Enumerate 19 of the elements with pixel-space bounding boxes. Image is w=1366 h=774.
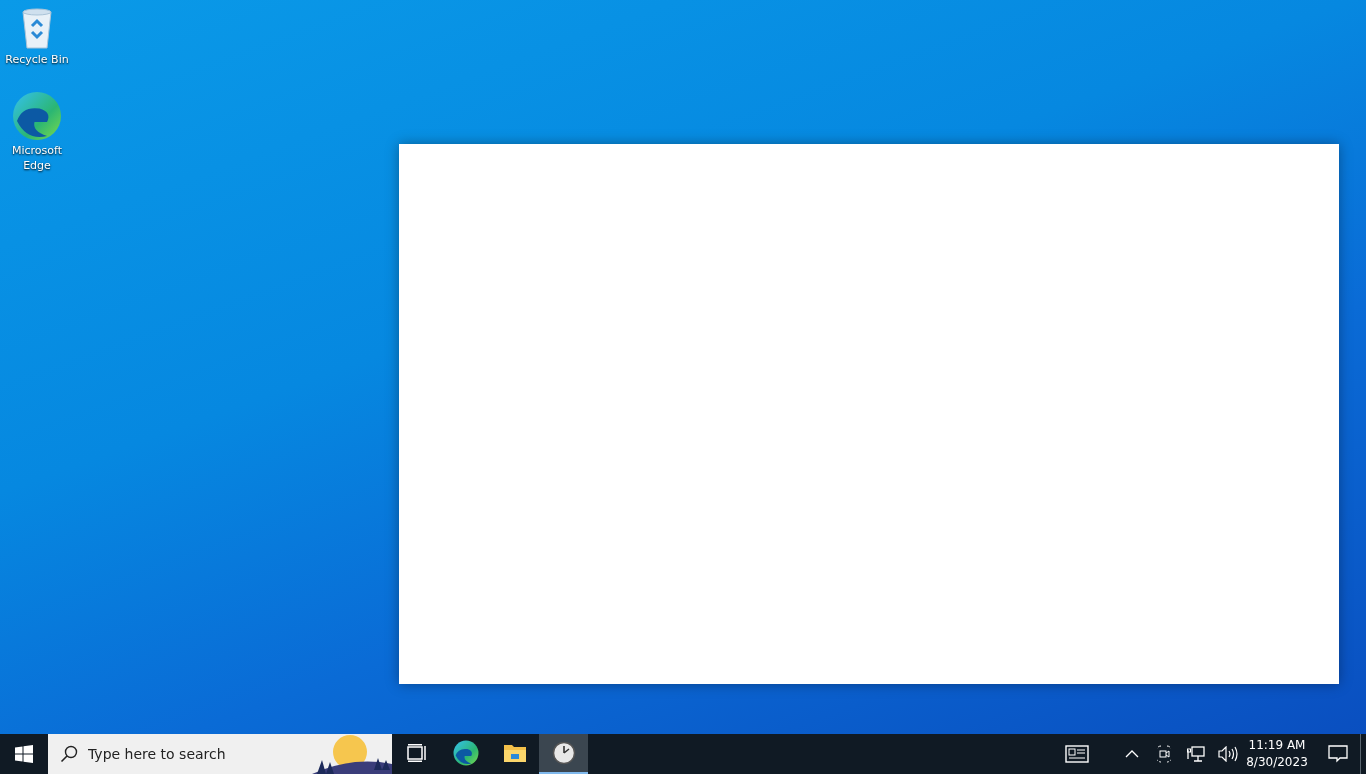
chevron-up-icon	[1125, 750, 1139, 758]
clock-button[interactable]: 11:19 AM 8/30/2023	[1244, 734, 1310, 774]
clock-icon	[551, 741, 576, 765]
desktop-shortcut[interactable]: Microsoft Edge	[0, 91, 74, 173]
camera-icon	[1157, 745, 1171, 763]
folder-icon	[502, 743, 527, 763]
windows-logo-icon	[15, 745, 33, 763]
speech-bubble-icon	[1328, 745, 1348, 763]
taskbar-app-button[interactable]	[539, 734, 588, 774]
edge-logo-icon	[452, 740, 479, 766]
edge-logo-icon	[12, 91, 62, 141]
search-field[interactable]: Type here to search	[86, 745, 312, 763]
task-view-icon	[406, 744, 427, 762]
search-box[interactable]: Type here to search	[48, 734, 392, 774]
news-icon	[1065, 745, 1089, 763]
search-icon	[60, 745, 78, 763]
network-icon	[1187, 746, 1205, 762]
desktop-shortcut[interactable]: Recycle Bin	[0, 6, 74, 67]
speaker-icon	[1218, 746, 1238, 762]
